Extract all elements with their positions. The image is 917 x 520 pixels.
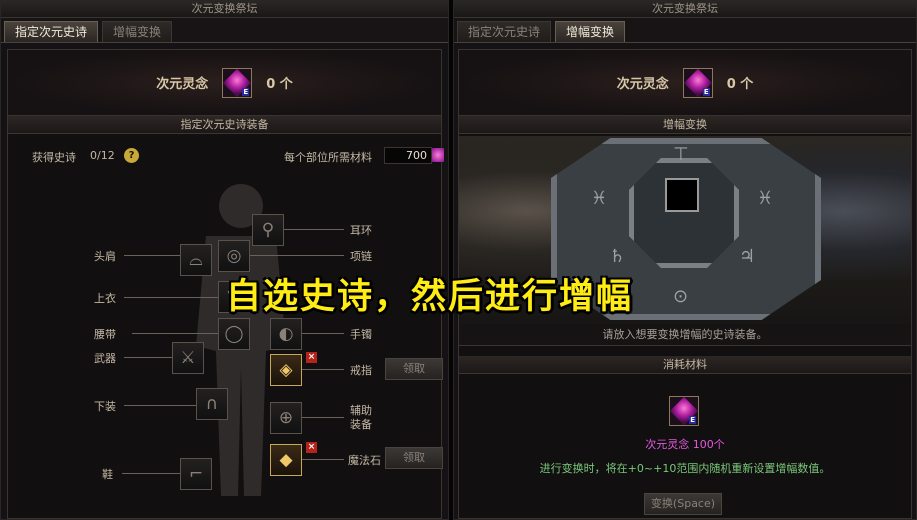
- belt-icon: ◯: [224, 323, 244, 344]
- rune-icon: ⊤: [673, 144, 689, 165]
- rune-icon: ⊙: [673, 286, 689, 307]
- remove-magic-stone-icon[interactable]: ×: [306, 442, 317, 453]
- ring-icon: ◈: [279, 359, 293, 380]
- cost-item: 次元灵念 100个: [645, 438, 725, 451]
- help-icon[interactable]: ?: [124, 148, 139, 163]
- necklace-icon: ◎: [226, 245, 242, 266]
- cost-description: 进行变换时，将在+0~+10范围内随机重新设置增幅数值。: [539, 462, 831, 475]
- slot-belt[interactable]: ◯: [218, 318, 250, 350]
- cost-panel: E 次元灵念 100个 进行变换时，将在+0~+10范围内随机重新设置增幅数值。: [459, 374, 911, 478]
- acquired-label: 获得史诗: [32, 151, 76, 164]
- section-title: 增幅变换: [459, 116, 911, 134]
- cost-title: 消耗材料: [459, 356, 911, 374]
- material-value: 700: [384, 147, 432, 164]
- label-belt: 腰带: [94, 328, 116, 341]
- currency-count: 0 个: [726, 77, 754, 92]
- tab-bar: 指定次元史诗 增幅变换: [454, 18, 916, 43]
- rune-icon: ♓: [591, 188, 608, 209]
- slot-weapon[interactable]: ⚔: [172, 342, 204, 374]
- support-equipment-icon: ⊕: [278, 407, 294, 428]
- hint-text: 请放入想要变换增幅的史诗装备。: [459, 324, 911, 346]
- remove-ring-icon[interactable]: ×: [306, 352, 317, 363]
- rune-icon: ♄: [609, 246, 626, 267]
- currency-row: 次元灵念 E 0 个: [8, 50, 441, 116]
- label-support: 辅助 装备: [350, 404, 372, 431]
- claim-magic-stone-button[interactable]: 领取: [385, 447, 443, 469]
- claim-ring-button[interactable]: 领取: [385, 358, 443, 380]
- currency-row: 次元灵念 E 0 个: [459, 50, 911, 116]
- label-magic-stone: 魔法石: [348, 454, 381, 467]
- slot-pants[interactable]: ∩: [196, 388, 228, 420]
- slot-bracelet[interactable]: ◐: [270, 318, 302, 350]
- currency-count: 0 个: [266, 77, 293, 92]
- equipment-input-slot[interactable]: [665, 178, 699, 212]
- equipment-area: 获得史诗 0/12 ? 每个部位所需材料 700 ⚲ 耳环 ◎ 项链 头肩 ⌓ …: [8, 136, 444, 518]
- pants-icon: ∩: [205, 393, 219, 414]
- slot-magic-stone[interactable]: ◆: [270, 444, 302, 476]
- material-gem-icon: [432, 148, 444, 162]
- window-title: 次元变换祭坛: [1, 1, 448, 18]
- section-title: 指定次元史诗装备: [8, 116, 441, 134]
- label-bracelet: 手镯: [350, 328, 372, 341]
- slot-shoes[interactable]: ⌐: [180, 458, 212, 490]
- dimension-spirit-gem-icon: E: [682, 67, 713, 98]
- slot-ring[interactable]: ◈: [270, 354, 302, 386]
- label-ring: 戒指: [350, 364, 372, 377]
- tab-amplify-transform[interactable]: 增幅变换: [555, 21, 626, 42]
- dimension-spirit-gem-icon: E: [222, 67, 253, 98]
- material-label: 每个部位所需材料: [284, 151, 372, 164]
- label-weapon: 武器: [94, 352, 116, 365]
- rune-icon: ♃: [739, 246, 756, 267]
- altar-inner-ring: [629, 158, 739, 268]
- right-window: 次元变换祭坛 指定次元史诗 增幅变换 次元灵念 E 0 个 增幅变换 ♓ ♓ ⊤…: [453, 0, 917, 520]
- label-shoes: 鞋: [102, 468, 113, 481]
- bracelet-icon: ◐: [278, 323, 294, 344]
- sword-icon: ⚔: [180, 347, 196, 368]
- acquired-count: 0/12: [90, 149, 115, 162]
- rune-icon: ♓: [757, 188, 774, 209]
- label-earring: 耳环: [350, 224, 372, 237]
- magic-stone-icon: ◆: [279, 449, 293, 470]
- swap-button[interactable]: 变换(Space): [644, 493, 722, 515]
- slot-support[interactable]: ⊕: [270, 402, 302, 434]
- label-top: 上衣: [94, 292, 116, 305]
- window-title: 次元变换祭坛: [454, 1, 916, 18]
- slot-shoulder[interactable]: ⌓: [180, 244, 212, 276]
- label-shoulder: 头肩: [94, 250, 116, 263]
- label-necklace: 项链: [350, 250, 372, 263]
- tab-amplify-transform[interactable]: 增幅变换: [102, 21, 173, 42]
- overlay-caption: 自选史诗，然后进行增幅: [226, 277, 634, 317]
- earring-icon: ⚲: [261, 219, 275, 240]
- tab-specified-epic[interactable]: 指定次元史诗: [457, 21, 552, 42]
- left-window: 次元变换祭坛 指定次元史诗 增幅变换 次元灵念 E 0 个 指定次元史诗装备 获…: [0, 0, 449, 520]
- currency-label: 次元灵念: [616, 77, 669, 92]
- tab-specified-epic[interactable]: 指定次元史诗: [4, 21, 99, 42]
- currency-label: 次元灵念: [156, 77, 209, 92]
- shoulder-armor-icon: ⌓: [189, 249, 203, 270]
- tab-bar: 指定次元史诗 增幅变换: [1, 18, 448, 43]
- slot-earring[interactable]: ⚲: [252, 214, 284, 246]
- label-pants: 下装: [94, 400, 116, 413]
- dimension-spirit-gem-icon: E: [669, 396, 699, 426]
- shoes-icon: ⌐: [188, 463, 204, 484]
